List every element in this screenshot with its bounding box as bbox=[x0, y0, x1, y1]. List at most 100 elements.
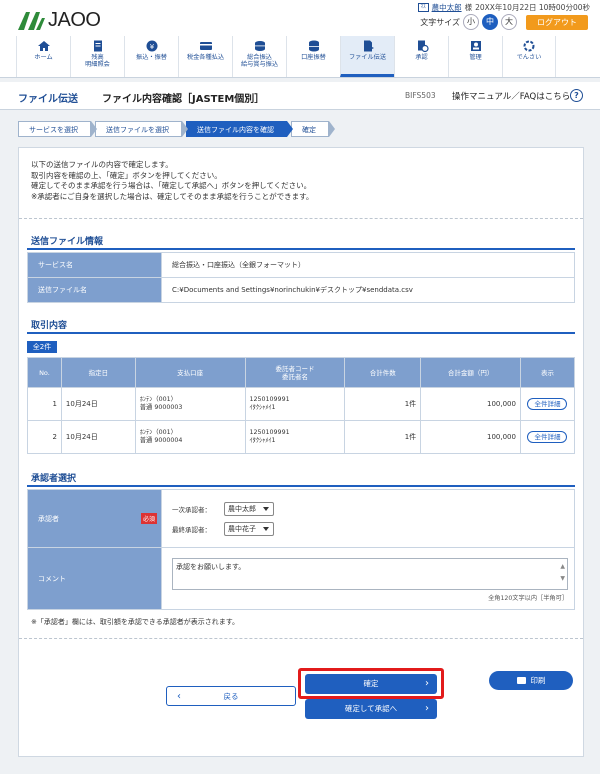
densai-icon bbox=[523, 40, 535, 52]
back-button[interactable]: ‹ 戻る bbox=[166, 686, 296, 706]
user-name-link[interactable]: 農中太郎 bbox=[432, 2, 462, 13]
row-consignor: 1250109991 ｲﾀｸｼｬﾒｲ1 bbox=[244, 387, 346, 421]
detail-button[interactable]: 全件詳細 bbox=[527, 431, 568, 443]
global-header: JAOO ﾏｽ 農中太郎 様 20XX年10月22日 10時00分00秒 文字サ… bbox=[0, 0, 600, 78]
user-suffix: 様 bbox=[464, 3, 473, 12]
screen-code: BIFS503 bbox=[405, 91, 436, 100]
col-count: 合計件数 bbox=[344, 357, 422, 388]
font-size-medium-button[interactable]: 中 bbox=[482, 14, 498, 30]
table-header-row: No. 指定日 支払口座 委託者コード 委託者名 合計件数 合計金額（円） 表示 bbox=[27, 357, 576, 388]
comment-limit-text: 全角120文字以内［半角可］ bbox=[488, 594, 568, 602]
comment-text: 承認をお願いします。 bbox=[176, 562, 246, 571]
admin-icon bbox=[470, 41, 481, 51]
consignor-code: 1250109991 bbox=[249, 429, 290, 436]
page-title-bar: ファイル伝送 ファイル内容確認［JASTEM個別］ BIFS503 操作マニュア… bbox=[0, 82, 600, 110]
row-account: ﾎﾝﾃﾝ（001） 普通 9000003 bbox=[134, 387, 246, 421]
confirm-and-approve-button[interactable]: 確定して承認へ › bbox=[305, 699, 437, 719]
chevron-right-icon: › bbox=[425, 678, 429, 689]
print-button[interactable]: 印刷 bbox=[489, 671, 573, 690]
row-count: 1件 bbox=[344, 387, 422, 421]
nav-densai[interactable]: でんさい bbox=[502, 36, 556, 77]
confirm-button[interactable]: 確定 › bbox=[305, 674, 437, 694]
section-rule bbox=[27, 332, 575, 334]
row-count: 1件 bbox=[344, 420, 422, 454]
section-rule bbox=[27, 485, 575, 487]
nav-label: 税金各種払込 bbox=[186, 54, 225, 61]
required-badge: 必須 bbox=[140, 512, 157, 524]
detail-button[interactable]: 全件詳細 bbox=[527, 398, 568, 410]
first-approver-label: 一次承認者： bbox=[172, 505, 211, 514]
intro-line: ※承認者にご自身を選択した場合は、確定してそのまま承認を行うことができます。 bbox=[31, 191, 314, 201]
col-action: 表示 bbox=[519, 357, 576, 388]
coins-stack-icon bbox=[254, 41, 265, 51]
row-no: 1 bbox=[27, 387, 62, 421]
final-approver-select[interactable]: 農中花子 bbox=[224, 521, 274, 536]
user-badge-icon: ﾏｽ bbox=[417, 3, 429, 12]
comment-cell: 承認をお願いします。 ▲ ▼ 全角120文字以内［半角可］ bbox=[161, 547, 575, 610]
nav-transfer[interactable]: ¥ 振込・振替 bbox=[124, 36, 178, 77]
nav-balance[interactable]: 残高 明細照会 bbox=[70, 36, 124, 77]
comment-textarea[interactable]: 承認をお願いします。 ▲ ▼ bbox=[172, 557, 568, 590]
intro-text: 以下の送信ファイルの内容で確定します。 取引内容を確認の上、「確定」ボタンを押し… bbox=[31, 160, 313, 202]
col-no: No. bbox=[27, 357, 62, 388]
intro-line: 確定してそのまま承認を行う場合は、「確定して承認へ」ボタンを押してください。 bbox=[31, 181, 312, 190]
step-select-file: 送信ファイルを選択 bbox=[95, 121, 188, 137]
nav-label: 管理 bbox=[469, 54, 482, 61]
nav-account-transfer[interactable]: 口座振替 bbox=[286, 36, 340, 77]
table-row: コメント 承認をお願いします。 ▲ ▼ 全角120文字以内［半角可］ bbox=[27, 547, 575, 610]
file-name-value: C:¥Documents and Settings¥norinchukin¥デス… bbox=[161, 277, 575, 303]
approver-note: ※「承認者」欄には、取引額を承認できる承認者が表示されます。 bbox=[31, 618, 240, 626]
approver-select-cell: 一次承認者： 農中太郎 最終承認者： 農中花子 bbox=[161, 489, 575, 548]
home-icon bbox=[37, 41, 50, 51]
nav-payroll[interactable]: 総合振込 給与賞与振込 bbox=[232, 36, 286, 77]
file-name-label: 送信ファイル名 bbox=[27, 277, 162, 303]
chevron-right-icon: › bbox=[425, 703, 429, 714]
database-icon bbox=[308, 40, 319, 52]
final-approver-row: 最終承認者： 農中花子 bbox=[172, 521, 574, 536]
font-size-label: 文字サイズ bbox=[420, 17, 460, 27]
font-size-controls: 文字サイズ 小 中 大 ログアウト bbox=[420, 14, 588, 30]
col-amount: 合計金額（円） bbox=[420, 357, 521, 388]
confirm-highlight: 確定 › bbox=[298, 668, 444, 699]
nav-label: 振込・振替 bbox=[136, 54, 167, 61]
record-count-badge: 全2件 bbox=[27, 341, 57, 353]
section-rule bbox=[27, 248, 575, 250]
table-row: 送信ファイル名 C:¥Documents and Settings¥norinc… bbox=[27, 277, 575, 303]
nav-home[interactable]: ホーム bbox=[16, 36, 70, 77]
nav-label: ホーム bbox=[34, 54, 53, 61]
nav-tax[interactable]: 税金各種払込 bbox=[178, 36, 232, 77]
nav-label: 承認 bbox=[415, 54, 428, 61]
page-title: ファイル内容確認［JASTEM個別］ bbox=[102, 94, 265, 105]
scroll-arrows-icon[interactable]: ▲ ▼ bbox=[560, 561, 565, 585]
print-label: 印刷 bbox=[530, 676, 546, 685]
divider bbox=[19, 218, 583, 219]
intro-line: 以下の送信ファイルの内容で確定します。 bbox=[31, 160, 173, 169]
transactions-table: No. 指定日 支払口座 委託者コード 委託者名 合計件数 合計金額（円） 表示… bbox=[27, 357, 576, 454]
logout-button[interactable]: ログアウト bbox=[526, 14, 588, 30]
service-name: ファイル伝送 bbox=[18, 94, 78, 105]
help-question-icon[interactable]: ? bbox=[570, 89, 583, 102]
nav-approval[interactable]: 承認 bbox=[394, 36, 448, 77]
row-no: 2 bbox=[27, 420, 62, 454]
ja-logo-mark-icon bbox=[18, 11, 45, 30]
file-info-title: 送信ファイル情報 bbox=[31, 237, 104, 247]
row-amount: 100,000 bbox=[420, 420, 521, 454]
help-link[interactable]: 操作マニュアル／FAQはこちら bbox=[452, 90, 570, 102]
nav-label: ファイル伝送 bbox=[348, 54, 387, 61]
nav-file-transfer[interactable]: ファイル伝送 bbox=[340, 36, 394, 77]
font-size-large-button[interactable]: 大 bbox=[501, 14, 517, 30]
chevron-left-icon: ‹ bbox=[177, 691, 181, 702]
row-consignor: 1250109991 ｲﾀｸｼｬﾒｲ1 bbox=[244, 420, 346, 454]
first-approver-select[interactable]: 農中太郎 bbox=[224, 501, 274, 516]
font-size-small-button[interactable]: 小 bbox=[463, 14, 479, 30]
confirm-label: 確定 bbox=[363, 679, 379, 688]
account-number: 普通 9000003 bbox=[139, 404, 183, 411]
intro-line: 取引内容を確認の上、「確定」ボタンを押してください。 bbox=[31, 170, 222, 180]
consignor-code: 1250109991 bbox=[249, 396, 290, 403]
col-date: 指定日 bbox=[60, 357, 136, 388]
ja-logo[interactable]: JAOO bbox=[16, 9, 101, 32]
printer-icon bbox=[516, 677, 526, 684]
comment-label: コメント bbox=[38, 574, 66, 583]
nav-admin[interactable]: 管理 bbox=[448, 36, 502, 77]
table-row: 1 10月24日 ﾎﾝﾃﾝ（001） 普通 9000003 1250109991… bbox=[27, 387, 576, 421]
